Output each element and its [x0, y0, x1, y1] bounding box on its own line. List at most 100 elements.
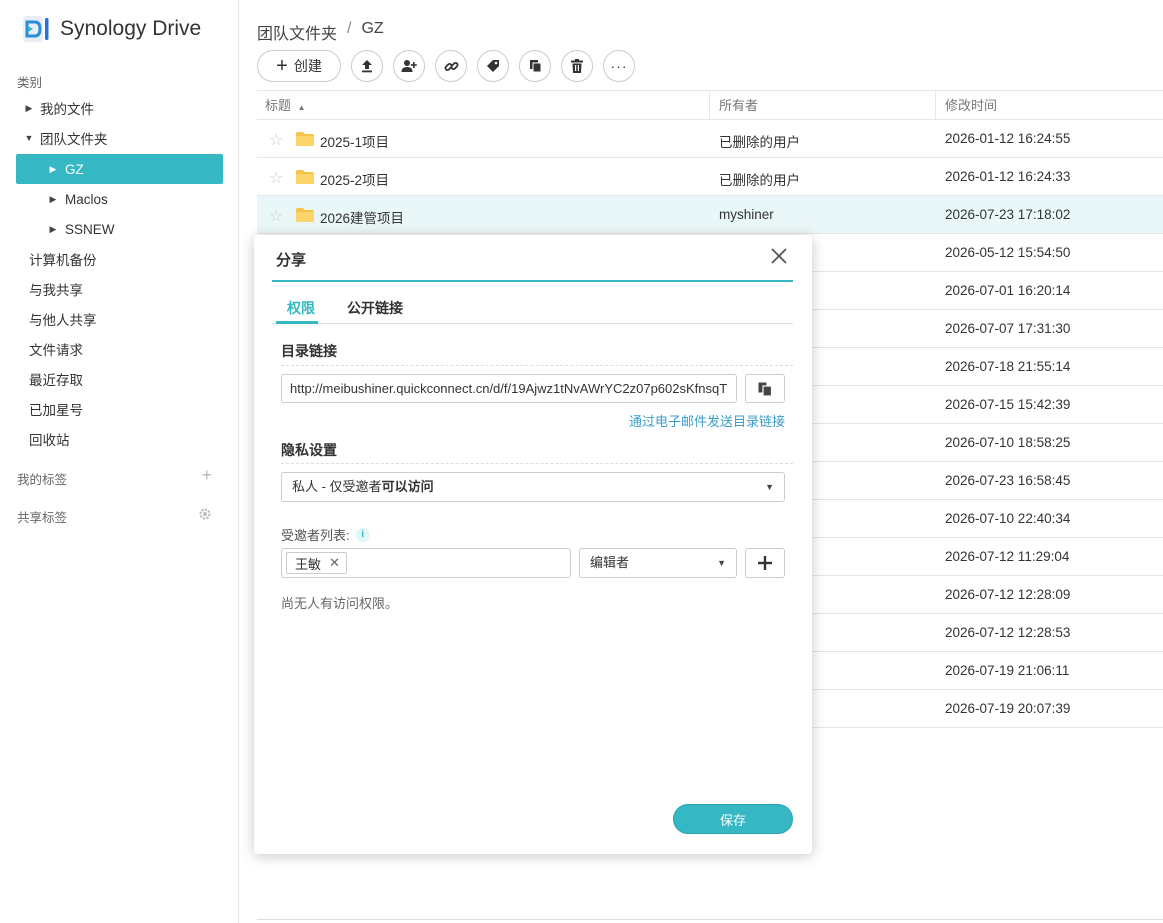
- my-tags-label: 我的标签: [17, 473, 68, 487]
- expand-arrow-icon[interactable]: ▶: [46, 164, 60, 175]
- sidebar-item-team-folder[interactable]: ▼ 团队文件夹: [16, 123, 223, 153]
- remove-chip-icon[interactable]: ✕: [329, 555, 340, 571]
- file-name[interactable]: 2026建管项目: [320, 207, 404, 227]
- column-divider[interactable]: [935, 91, 936, 120]
- star-icon[interactable]: ☆: [269, 206, 283, 226]
- table-bottom-divider: [257, 919, 1163, 920]
- star-icon[interactable]: ☆: [269, 130, 283, 150]
- folder-icon: [296, 132, 314, 146]
- sidebar-item-shared-with-others[interactable]: 与他人共享: [16, 304, 223, 334]
- file-modified-time: 2026-07-01 16:20:14: [945, 283, 1071, 298]
- info-icon[interactable]: i: [355, 527, 370, 542]
- tab-permissions[interactable]: 权限: [287, 298, 315, 318]
- create-label: 创建: [293, 58, 322, 74]
- role-value: 编辑者: [590, 555, 630, 570]
- gear-icon[interactable]: [198, 507, 212, 524]
- sidebar-item-label: 已加星号: [29, 403, 83, 418]
- star-icon[interactable]: ☆: [269, 168, 283, 188]
- file-modified-time: 2026-07-15 15:42:39: [945, 397, 1071, 412]
- category-label: 类别: [17, 76, 43, 90]
- save-button[interactable]: 保存: [673, 804, 793, 834]
- file-modified-time: 2026-01-12 16:24:33: [945, 169, 1071, 184]
- link-icon: [444, 61, 458, 71]
- sidebar-item-label: 我的文件: [40, 102, 94, 117]
- sidebar-item-label: 与我共享: [29, 283, 83, 298]
- link-button[interactable]: [435, 50, 467, 82]
- copy-link-button[interactable]: [745, 374, 785, 403]
- file-name[interactable]: 2025-1项目: [320, 131, 389, 151]
- table-row[interactable]: ☆ 2025-1项目 已删除的用户 2026-01-12 16:24:55: [257, 120, 1163, 158]
- table-row[interactable]: ☆ 2025-2项目 已删除的用户 2026-01-12 16:24:33: [257, 158, 1163, 196]
- sidebar-item-label: 计算机备份: [29, 253, 97, 268]
- invitee-label-row: 受邀者列表: i: [281, 525, 370, 544]
- link-url-field[interactable]: [281, 374, 737, 403]
- column-title-label: 标题: [265, 98, 292, 113]
- create-button[interactable]: + 创建: [257, 50, 341, 82]
- invitee-chip-label: 王敏: [295, 556, 322, 572]
- sidebar-item-label: Maclos: [65, 191, 108, 207]
- dialog-title-divider: [272, 280, 793, 282]
- file-name[interactable]: 2025-2项目: [320, 169, 389, 189]
- brand: Synology Drive: [22, 14, 201, 44]
- invitee-chip: 王敏 ✕: [286, 552, 347, 574]
- add-tag-icon[interactable]: +: [201, 465, 212, 486]
- sidebar-item-recent[interactable]: 最近存取: [16, 364, 223, 394]
- file-modified-time: 2026-07-12 12:28:53: [945, 625, 1071, 640]
- column-modified[interactable]: 修改时间: [945, 91, 997, 120]
- table-row[interactable]: ☆ 2026建管项目 myshiner 2026-07-23 17:18:02: [257, 196, 1163, 234]
- role-select[interactable]: 编辑者 ▼: [579, 548, 737, 578]
- privacy-value-prefix: 私人 - 仅受邀者: [292, 479, 382, 494]
- share-button[interactable]: [393, 50, 425, 82]
- sidebar-item-label: SSNEW: [65, 221, 115, 237]
- breadcrumb-root[interactable]: 团队文件夹: [257, 20, 337, 44]
- sidebar-item-starred[interactable]: 已加星号: [16, 394, 223, 424]
- collapse-arrow-icon[interactable]: ▼: [22, 133, 36, 143]
- delete-button[interactable]: [561, 50, 593, 82]
- dialog-tabs: 权限 公开链接: [272, 291, 793, 324]
- upload-button[interactable]: [351, 50, 383, 82]
- column-title[interactable]: 标题 ▲: [265, 91, 306, 120]
- link-section-title: 目录链接: [281, 343, 337, 359]
- table-header: 标题 ▲ 所有者 修改时间: [257, 90, 1163, 120]
- sidebar-item-maclos[interactable]: ▶ Maclos: [16, 184, 223, 214]
- sidebar-item-pc-backup[interactable]: 计算机备份: [16, 244, 223, 274]
- expand-arrow-icon[interactable]: ▶: [46, 194, 60, 205]
- sidebar-item-ssnew[interactable]: ▶ SSNEW: [16, 214, 223, 244]
- folder-icon: [296, 208, 314, 222]
- file-modified-time: 2026-07-10 18:58:25: [945, 435, 1071, 450]
- email-link[interactable]: 通过电子邮件发送目录链接: [629, 411, 785, 430]
- expand-arrow-icon[interactable]: ▶: [46, 224, 60, 235]
- share-dialog: 分享 权限 公开链接 目录链接 通过电子邮件发送目录链接 隐私设置 私人 - 仅…: [254, 235, 812, 854]
- sidebar-item-my-files[interactable]: ▶ 我的文件: [16, 93, 223, 123]
- column-owner[interactable]: 所有者: [719, 91, 758, 120]
- sidebar-item-file-requests[interactable]: 文件请求: [16, 334, 223, 364]
- expand-arrow-icon[interactable]: ▶: [22, 103, 36, 114]
- file-modified-time: 2026-07-18 21:55:14: [945, 359, 1071, 374]
- column-divider[interactable]: [709, 91, 710, 120]
- privacy-select[interactable]: 私人 - 仅受邀者可以访问 ▼: [281, 472, 785, 502]
- shared-tags-label: 共享标签: [17, 511, 68, 525]
- tag-icon: [487, 60, 499, 72]
- more-button[interactable]: ···: [603, 50, 635, 82]
- section-divider: [281, 365, 793, 366]
- add-invitee-button[interactable]: [745, 548, 785, 578]
- sidebar-item-label: 与他人共享: [29, 313, 97, 328]
- plus-icon: [758, 556, 772, 570]
- sidebar-item-recycle-bin[interactable]: 回收站: [16, 424, 223, 454]
- file-modified-time: 2026-07-23 17:18:02: [945, 207, 1071, 222]
- copy-button[interactable]: [519, 50, 551, 82]
- invitee-input[interactable]: 王敏 ✕: [281, 548, 571, 578]
- sidebar-item-gz[interactable]: ▶ GZ: [16, 154, 223, 184]
- breadcrumb-current: GZ: [361, 20, 384, 37]
- file-modified-time: 2026-01-12 16:24:55: [945, 131, 1071, 146]
- tab-public-link[interactable]: 公开链接: [347, 298, 403, 318]
- sidebar-item-shared-with-me[interactable]: 与我共享: [16, 274, 223, 304]
- file-modified-time: 2026-07-12 12:28:09: [945, 587, 1071, 602]
- folder-icon: [296, 170, 314, 184]
- tag-button[interactable]: [477, 50, 509, 82]
- close-icon[interactable]: [770, 247, 788, 269]
- privacy-section-title: 隐私设置: [281, 442, 337, 458]
- file-owner: myshiner: [719, 207, 774, 222]
- app-name: Synology Drive: [60, 17, 202, 40]
- sidebar-item-label: 团队文件夹: [40, 132, 108, 147]
